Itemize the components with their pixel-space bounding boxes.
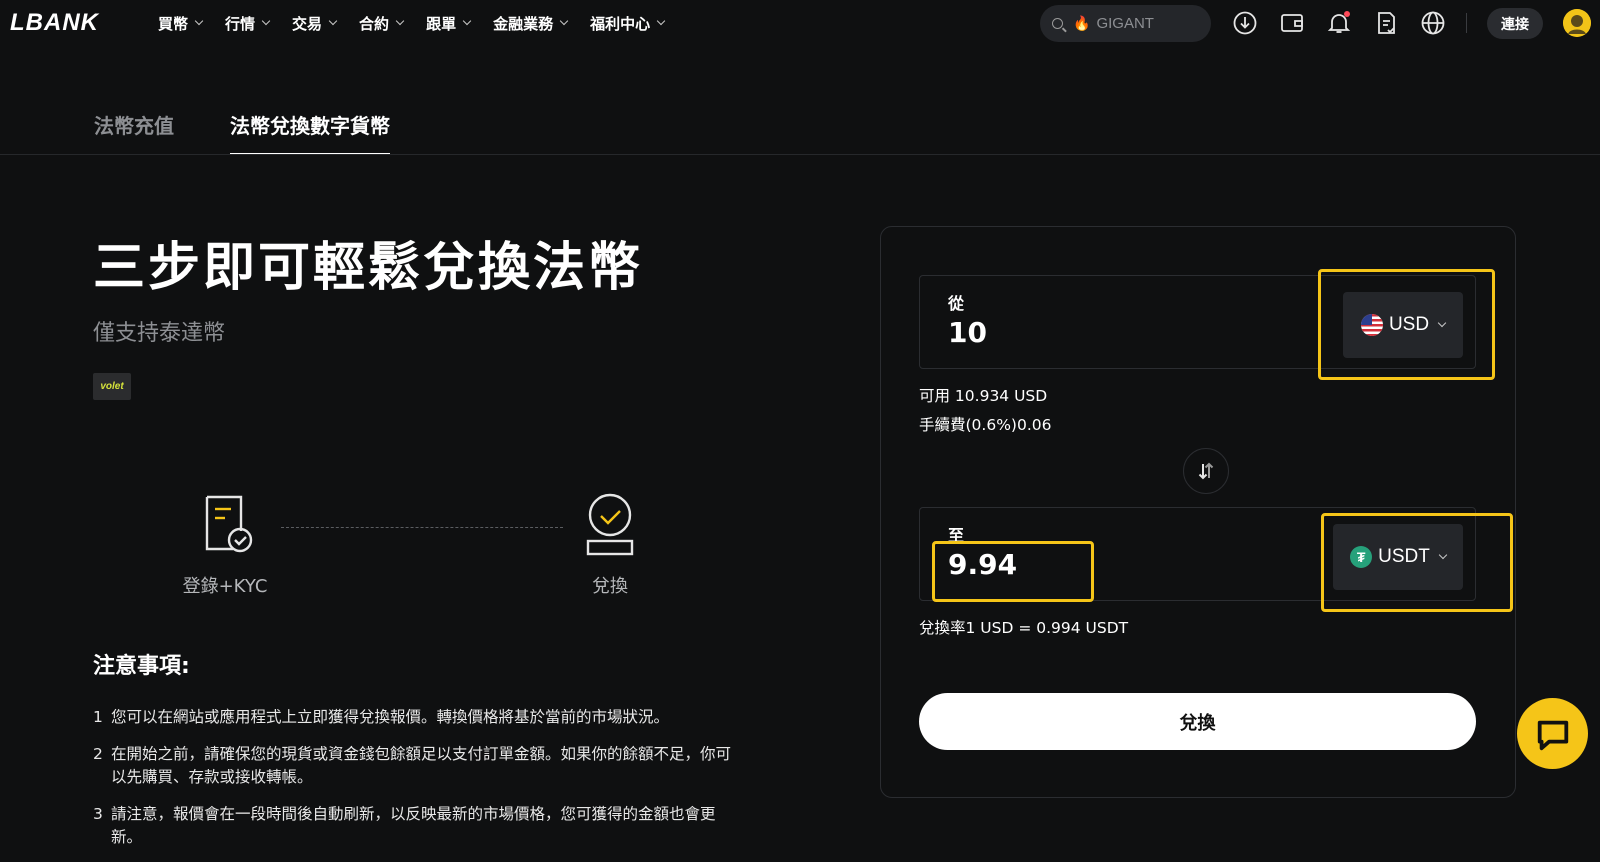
menu-item-label: 行情 <box>225 14 256 33</box>
to-amount-input[interactable] <box>948 548 1148 581</box>
search-box[interactable]: 🔥 <box>1040 5 1211 42</box>
chevron-down-icon <box>328 16 338 26</box>
chat-support-button[interactable] <box>1517 698 1588 769</box>
menu-item-buy-crypto[interactable]: 買幣 <box>158 13 204 34</box>
menu-item-label: 交易 <box>292 14 323 33</box>
menu-item-copy-trading[interactable]: 跟單 <box>426 13 472 34</box>
menu-item-trade[interactable]: 交易 <box>292 13 338 34</box>
from-label: 從 <box>948 294 965 313</box>
swap-direction-button[interactable] <box>1183 448 1229 494</box>
swap-arrows-icon <box>1198 462 1214 480</box>
from-amount-input[interactable] <box>948 316 1148 349</box>
notes-title: 注意事項: <box>93 654 190 679</box>
kyc-document-icon <box>195 493 255 557</box>
note-text: 請注意，報價會在一段時間後自動刷新，以反映最新的市場價格，您可獲得的金額也會更新… <box>111 805 716 846</box>
wallet-icon[interactable] <box>1279 10 1305 36</box>
menu-item-label: 金融業務 <box>493 14 554 33</box>
to-currency-select[interactable]: ₮ USDT <box>1333 524 1463 590</box>
to-currency-label: USDT <box>1378 546 1430 567</box>
tab-fiat-to-crypto[interactable]: 法幣兌換數字貨幣 <box>230 110 390 155</box>
available-balance: 可用 10.934 USD <box>919 387 1048 405</box>
top-nav: LBANK 買幣 行情 交易 合約 跟單 金融業務 福利中心 🔥 連接 <box>0 0 1600 46</box>
us-flag-icon <box>1360 314 1383 336</box>
exchange-button[interactable]: 兌換 <box>919 693 1476 750</box>
note-number: 2 <box>93 745 103 763</box>
nav-divider <box>1466 13 1467 33</box>
chevron-down-icon <box>559 16 569 26</box>
step-exchange-label: 兌換 <box>592 576 628 597</box>
menu-item-label: 買幣 <box>158 14 189 33</box>
notes-list: 1 您可以在網站或應用程式上立即獲得兌換報價。轉換價格將基於當前的市場狀況。 2在… <box>93 706 733 862</box>
fee-text: 手續費(0.6%)0.06 <box>919 416 1052 434</box>
document-icon[interactable] <box>1373 10 1399 36</box>
page-tabs: 法幣充值 法幣兌換數字貨幣 <box>94 110 446 155</box>
chat-bubble-icon <box>1537 720 1568 750</box>
lbank-logo[interactable]: LBANK <box>10 9 99 37</box>
page-title: 三步即可輕鬆兌換法幣 <box>93 238 644 298</box>
connect-button[interactable]: 連接 <box>1487 8 1543 39</box>
chevron-down-icon <box>1437 318 1447 328</box>
globe-icon[interactable] <box>1420 10 1446 36</box>
menu-item-label: 跟單 <box>426 14 457 33</box>
step-kyc-label: 登錄+KYC <box>182 576 268 597</box>
exchange-check-icon <box>580 493 640 557</box>
menu-item-futures[interactable]: 合約 <box>359 13 405 34</box>
note-number: 1 <box>93 708 103 726</box>
chevron-down-icon <box>261 16 271 26</box>
fire-icon: 🔥 <box>1073 15 1091 32</box>
note-text: 您可以在網站或應用程式上立即獲得兌換報價。轉換價格將基於當前的市場狀況。 <box>111 708 670 726</box>
tabs-divider <box>0 154 1600 155</box>
bell-icon[interactable] <box>1326 10 1352 36</box>
note-text: 在開始之前，請確保您的現貨或資金錢包餘額足以支付訂單金額。如果你的餘額不足，你可… <box>111 745 732 786</box>
volet-logo: volet <box>93 373 131 400</box>
step-kyc: 登錄+KYC <box>175 493 275 598</box>
search-icon <box>1052 18 1063 29</box>
avatar[interactable] <box>1563 9 1591 37</box>
step-exchange: 兌換 <box>560 493 660 598</box>
to-field: 至 ₮ USDT <box>919 507 1476 601</box>
note-item: 3 請注意，報價會在一段時間後自動刷新，以反映最新的市場價格，您可獲得的金額也會更… <box>93 803 733 849</box>
nav-icon-group <box>1232 10 1467 36</box>
note-item: 1 您可以在網站或應用程式上立即獲得兌換報價。轉換價格將基於當前的市場狀況。 <box>93 706 733 729</box>
menu-item-finance[interactable]: 金融業務 <box>493 13 569 34</box>
from-field: 從 USD <box>919 275 1476 369</box>
exchange-rate: 兌換率1 USD = 0.994 USDT <box>919 619 1129 637</box>
note-item: 2 在開始之前，請確保您的現貨或資金錢包餘額足以支付訂單金額。如果你的餘額不足，你… <box>93 743 733 789</box>
to-label: 至 <box>948 526 965 545</box>
menu-item-rewards[interactable]: 福利中心 <box>590 13 666 34</box>
main-menu: 買幣 行情 交易 合約 跟單 金融業務 福利中心 <box>158 0 687 46</box>
from-currency-select[interactable]: USD <box>1343 292 1463 358</box>
chevron-down-icon <box>656 16 666 26</box>
chevron-down-icon <box>462 16 472 26</box>
tab-fiat-deposit[interactable]: 法幣充值 <box>94 110 174 155</box>
chevron-down-icon <box>194 16 204 26</box>
menu-item-label: 福利中心 <box>590 14 651 33</box>
chevron-down-icon <box>1438 550 1448 560</box>
chevron-down-icon <box>395 16 405 26</box>
note-number: 3 <box>93 805 103 823</box>
tether-icon: ₮ <box>1350 546 1373 568</box>
menu-item-label: 合約 <box>359 14 390 33</box>
page-subtitle: 僅支持泰達幣 <box>93 321 226 346</box>
menu-item-markets[interactable]: 行情 <box>225 13 271 34</box>
notification-dot <box>1344 11 1350 17</box>
search-input[interactable] <box>1096 15 1207 32</box>
download-icon[interactable] <box>1232 10 1258 36</box>
step-connector <box>281 527 563 528</box>
from-currency-label: USD <box>1388 314 1430 335</box>
